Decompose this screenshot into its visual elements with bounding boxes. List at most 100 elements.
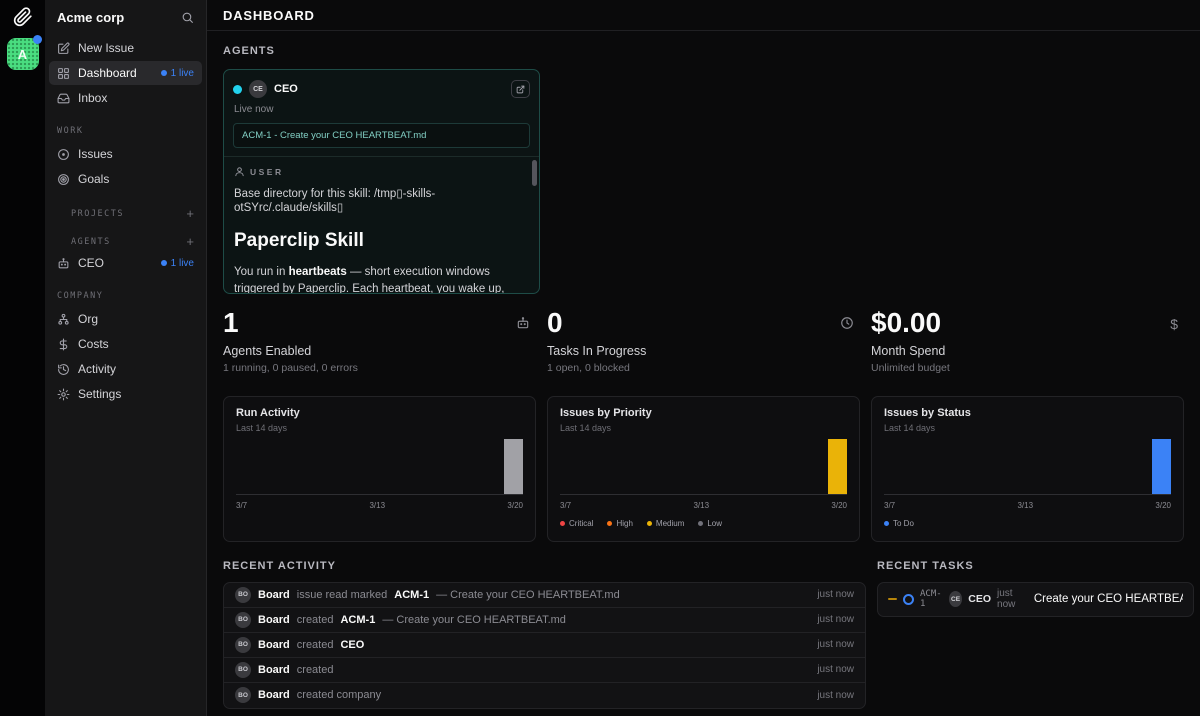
sidebar-item-label: CEO	[78, 256, 153, 270]
dollar-icon	[57, 338, 70, 351]
live-badge: 1 live	[161, 258, 194, 269]
org-name: Acme corp	[57, 10, 124, 25]
activity-row[interactable]: BO Board created just now	[224, 658, 865, 683]
agent-live-dot-icon	[233, 85, 242, 94]
scrollbar-thumb[interactable]	[532, 160, 537, 186]
stat-label: Tasks In Progress	[547, 344, 860, 358]
activity-action: created	[297, 664, 334, 676]
legend-item: Critical	[560, 519, 593, 528]
open-agent-button[interactable]	[511, 80, 530, 98]
recent-activity-label: RECENT ACTIVITY	[223, 560, 866, 572]
paperclip-logo-icon	[12, 6, 34, 28]
external-link-icon	[516, 85, 525, 94]
sidebar-item-ceo[interactable]: CEO 1 live	[49, 251, 202, 275]
sidebar-item-new-issue[interactable]: New Issue	[49, 36, 202, 60]
chart-bar	[828, 439, 847, 494]
legend-dot-icon	[607, 521, 612, 526]
chart-legend: To Do	[884, 519, 1171, 528]
chart-plot	[236, 439, 523, 495]
agents-group-label: AGENTS	[71, 237, 111, 247]
agent-message-preview: USER Base directory for this skill: /tmp…	[224, 156, 539, 294]
sidebar-item-goals[interactable]: Goals	[49, 167, 202, 191]
page-title: DASHBOARD	[223, 8, 315, 23]
search-icon[interactable]	[181, 11, 194, 24]
agent-task-chip[interactable]: ACM-1 - Create your CEO HEARTBEAT.md	[233, 123, 530, 148]
activity-target: ACM-1	[340, 614, 375, 626]
chart-x-ticks: 3/7 3/13 3/20	[236, 501, 523, 510]
stat-label: Agents Enabled	[223, 344, 536, 358]
actor-avatar: BO	[235, 587, 251, 603]
tasks-card: ACM-1 CE CEO just now Create your CEO HE…	[877, 582, 1194, 617]
chart-plot	[560, 439, 847, 495]
activity-row[interactable]: BO Board created CEO just now	[224, 633, 865, 658]
actor-name: Board	[258, 689, 290, 701]
live-dot-icon	[161, 260, 167, 266]
live-badge: 1 live	[161, 68, 194, 79]
task-time: just now	[997, 588, 1028, 610]
robot-icon	[516, 316, 530, 330]
chart-issues-by-status: Issues by Status Last 14 days 3/7 3/13 3…	[871, 396, 1184, 542]
sidebar-group-agents: AGENTS +	[45, 237, 206, 247]
activity-action: created company	[297, 689, 381, 701]
x-tick: 3/7	[560, 501, 571, 510]
sidebar-item-activity[interactable]: Activity	[49, 357, 202, 381]
stat-subtext: Unlimited budget	[871, 362, 1184, 374]
sidebar-item-org[interactable]: Org	[49, 307, 202, 331]
agents-section-label: AGENTS	[223, 45, 1184, 57]
activity-time: just now	[817, 690, 854, 701]
activity-action: created	[297, 639, 334, 651]
chart-subtitle: Last 14 days	[236, 423, 523, 433]
actor-avatar: BO	[235, 687, 251, 703]
chart-bar	[1152, 439, 1171, 494]
x-tick: 3/13	[693, 501, 709, 510]
agent-avatar: CE	[249, 80, 267, 98]
activity-time: just now	[817, 589, 854, 600]
sidebar-item-label: New Issue	[78, 41, 194, 55]
add-project-button[interactable]: +	[186, 209, 194, 219]
sidebar-item-label: Activity	[78, 362, 194, 376]
sidebar-item-label: Org	[78, 312, 194, 326]
activity-row[interactable]: BO Board created ACM-1 — Create your CEO…	[224, 608, 865, 633]
status-todo-icon	[903, 594, 914, 605]
sidebar-item-settings[interactable]: Settings	[49, 382, 202, 406]
activity-table: BO Board issue read marked ACM-1 — Creat…	[223, 582, 866, 709]
add-agent-button[interactable]: +	[186, 237, 194, 247]
task-row[interactable]: ACM-1 CE CEO just now Create your CEO HE…	[878, 583, 1193, 616]
stat-month-spend: $ $0.00 Month Spend Unlimited budget	[871, 306, 1184, 374]
sidebar-item-inbox[interactable]: Inbox	[49, 86, 202, 110]
stat-subtext: 1 open, 0 blocked	[547, 362, 860, 374]
chart-title: Issues by Priority	[560, 407, 847, 419]
legend-dot-icon	[560, 521, 565, 526]
sidebar-item-label: Costs	[78, 337, 194, 351]
activity-row[interactable]: BO Board created company just now	[224, 683, 865, 708]
agent-card-ceo: CE CEO Live now ACM-1 - Create your CEO …	[223, 69, 540, 294]
live-dot-icon	[161, 70, 167, 76]
live-badge-label: 1 live	[171, 68, 194, 79]
message-role-label: USER	[250, 167, 284, 177]
message-doc-body: You run in heartbeats — short execution …	[234, 264, 525, 294]
legend-item: Low	[698, 519, 722, 528]
sidebar-item-dashboard[interactable]: Dashboard 1 live	[49, 61, 202, 85]
user-icon	[234, 166, 245, 177]
sidebar-header: Acme corp	[45, 6, 206, 35]
recent-tasks-label: RECENT TASKS	[877, 560, 1194, 572]
activity-action: issue read marked	[297, 589, 388, 601]
task-id: ACM-1	[920, 589, 943, 609]
sidebar-item-costs[interactable]: Costs	[49, 332, 202, 356]
chart-x-ticks: 3/7 3/13 3/20	[560, 501, 847, 510]
legend-item: To Do	[884, 519, 914, 528]
message-doc-title: Paperclip Skill	[234, 230, 525, 252]
chart-title: Issues by Status	[884, 407, 1171, 419]
activity-detail: — Create your CEO HEARTBEAT.md	[436, 589, 810, 601]
stat-tasks-in-progress: 0 Tasks In Progress 1 open, 0 blocked	[547, 306, 860, 374]
dashboard-icon	[57, 67, 70, 80]
activity-row[interactable]: BO Board issue read marked ACM-1 — Creat…	[224, 583, 865, 608]
gear-icon	[57, 388, 70, 401]
dollar-icon: $	[1170, 316, 1178, 332]
main-area: DASHBOARD AGENTS CE CEO Live now ACM-1	[207, 0, 1200, 716]
chart-x-ticks: 3/7 3/13 3/20	[884, 501, 1171, 510]
sidebar-item-issues[interactable]: Issues	[49, 142, 202, 166]
actor-name: Board	[258, 589, 290, 601]
workspace-avatar[interactable]: A	[7, 38, 39, 70]
actor-avatar: BO	[235, 612, 251, 628]
